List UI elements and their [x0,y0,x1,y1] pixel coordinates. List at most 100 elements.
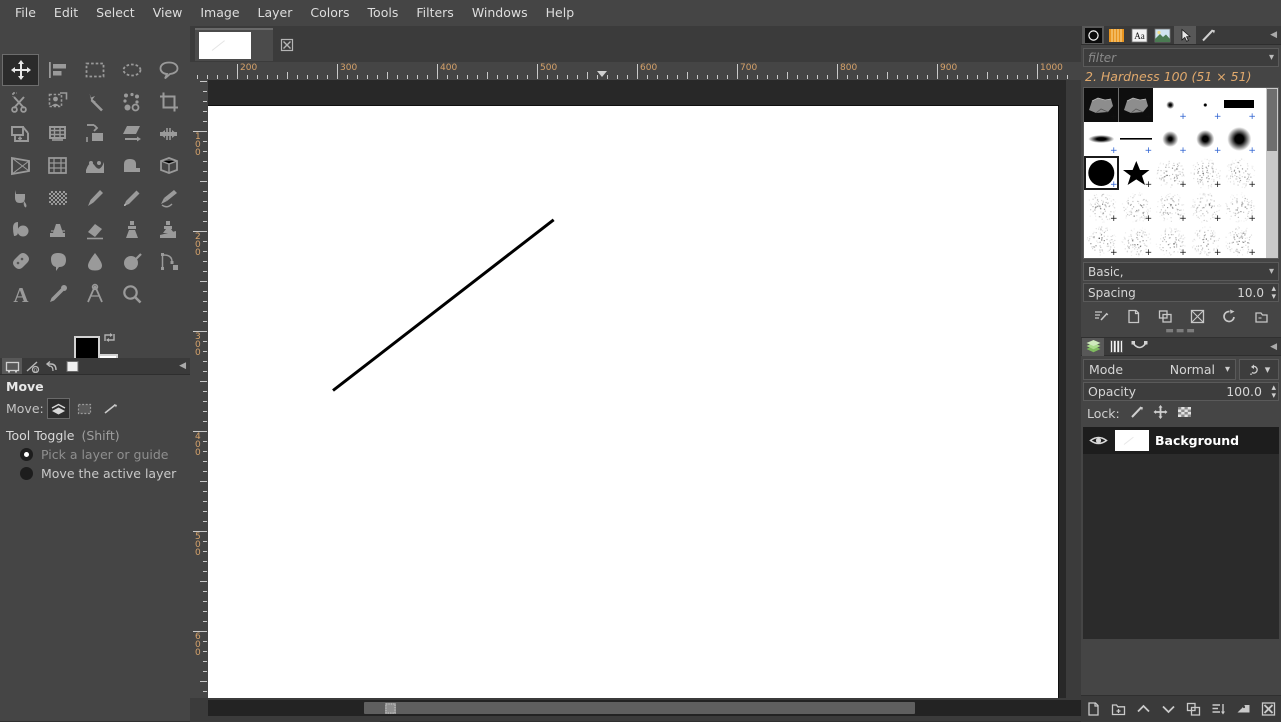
new-layer-icon[interactable] [1083,699,1105,719]
spinner-arrows-icon[interactable]: ▴ ▾ [1271,285,1276,302]
tab-tool-presets[interactable] [1197,26,1219,44]
new-brush-icon[interactable] [1121,306,1145,326]
fuzzy-select-tool[interactable] [76,86,113,118]
brush-texture-15[interactable] [1119,258,1154,259]
clone-tool[interactable] [113,214,150,246]
brush-clipboard-mask[interactable]: + [1118,88,1154,122]
transform-3d-tool[interactable] [150,150,187,182]
menu-view[interactable]: View [144,2,192,24]
color-picker-tool[interactable] [39,278,76,310]
radio-move-active-layer[interactable]: Move the active layer [0,464,190,483]
new-layer-group-icon[interactable] [1108,699,1130,719]
brush-texture-17[interactable] [1188,258,1223,259]
brush-texture-4[interactable]: + [1084,190,1119,224]
layer-opacity-spinner[interactable]: Opacity 100.0 ▴ ▾ [1083,382,1279,401]
scale-tool[interactable] [76,118,113,150]
brush-texture-7[interactable]: + [1188,190,1223,224]
spacing-spinner[interactable]: Spacing 10.0 ▴ ▾ [1083,283,1279,302]
brush-hardness-075[interactable]: + [1222,88,1257,122]
brush-texture-9[interactable]: + [1084,224,1119,258]
canvas-viewport[interactable] [208,80,1066,698]
alignment-tool[interactable] [39,54,76,86]
brush-grid-panel[interactable]: + + + + + + + + + + + + + + + + + + + + + + + + + [1083,87,1279,259]
dodge-burn-tool[interactable] [113,246,150,278]
layer-list[interactable]: Background [1083,427,1279,639]
move-selection-icon[interactable] [73,398,96,419]
tab-tool-options[interactable] [2,358,22,374]
menu-image[interactable]: Image [191,2,248,24]
brush-soft-large[interactable]: + [1222,122,1257,156]
collapse-brushes-dock-icon[interactable]: ◀ [1270,30,1277,40]
brush-texture-8[interactable]: + [1222,190,1257,224]
brush-texture-16[interactable] [1153,258,1188,259]
tab-undo-history[interactable] [42,358,62,374]
flip-tool[interactable] [150,118,187,150]
canvas-page[interactable] [208,106,1058,698]
brush-hardness-050[interactable]: + [1188,88,1223,122]
collapse-layers-dock-icon[interactable]: ◀ [1270,342,1277,352]
brush-texture-6[interactable]: + [1153,190,1188,224]
crop-tool[interactable] [150,86,187,118]
tab-images[interactable] [62,358,82,374]
edit-brush-icon[interactable] [1089,306,1113,326]
menu-help[interactable]: Help [537,2,584,24]
anchor-layer-icon[interactable] [1233,699,1255,719]
cage-transform-tool[interactable] [113,150,150,182]
brush-scroll-thumb[interactable] [1267,89,1277,151]
collapse-tool-options-icon[interactable]: ◀ [179,361,186,371]
menu-layer[interactable]: Layer [249,2,302,24]
delete-brush-icon[interactable] [1185,306,1209,326]
brush-texture-3[interactable]: + [1222,156,1257,190]
rectangle-select-tool[interactable] [76,54,113,86]
menu-file[interactable]: File [6,2,45,24]
select-by-color-tool[interactable] [113,86,150,118]
chevron-down-icon[interactable]: ▾ [1269,52,1274,63]
layer-mode-selector[interactable]: Mode Normal ▾ [1083,359,1236,380]
brush-grid-scrollbar[interactable] [1266,88,1278,258]
move-tool[interactable] [2,54,39,86]
brush-texture-13[interactable]: + [1222,224,1257,258]
perspective-clone-tool[interactable] [150,214,187,246]
layer-row-background[interactable]: Background [1083,427,1279,454]
brush-texture-18[interactable] [1222,258,1257,259]
eraser-tool[interactable] [76,214,113,246]
lock-alpha-icon[interactable] [1177,405,1192,422]
tab-paths[interactable] [1128,338,1150,356]
move-path-icon[interactable] [99,398,122,419]
brush-soft-medium[interactable]: + [1188,122,1223,156]
free-select-tool[interactable] [150,54,187,86]
brush-texture-14[interactable] [1084,258,1119,259]
brush-texture-5[interactable]: + [1119,190,1154,224]
menu-edit[interactable]: Edit [45,2,87,24]
tab-fonts[interactable]: Aa [1128,26,1150,44]
brush-texture-1[interactable]: + [1153,156,1188,190]
brush-ellipse[interactable]: + [1084,122,1119,156]
blur-sharpen-tool[interactable] [76,246,113,278]
layer-mode-options-button[interactable]: ▾ [1239,359,1279,380]
duplicate-layer-icon[interactable] [1183,699,1205,719]
open-brush-folder-icon[interactable] [1249,306,1273,326]
text-tool[interactable]: A [2,278,39,310]
rotate-tool[interactable] [39,118,76,150]
unified-transform-tool[interactable] [2,118,39,150]
brush-preset-selector[interactable]: Basic, ▾ [1083,262,1279,281]
shear-tool[interactable] [113,118,150,150]
smudge-tool[interactable] [39,246,76,278]
horizontal-ruler[interactable]: 200 300 400 500 600 700 800 900 1000 [190,62,1081,80]
spinner-arrows-icon[interactable]: ▴ ▾ [1271,384,1276,401]
brush-star[interactable]: + [1119,156,1154,190]
brush-clipboard-image[interactable]: + [1084,88,1119,122]
ink-tool[interactable] [150,182,187,214]
paths-tool[interactable] [150,246,187,278]
tab-device-status[interactable]: 0 [22,358,42,374]
lower-layer-icon[interactable] [1158,699,1180,719]
foreground-select-tool[interactable] [39,86,76,118]
ellipse-select-tool[interactable] [113,54,150,86]
layer-visibility-icon[interactable] [1087,434,1109,447]
brush-hardness-100[interactable]: + [1084,156,1119,190]
scissors-select-tool[interactable] [2,86,39,118]
document-tab[interactable] [195,28,273,61]
vertical-ruler[interactable]: 100 200 300 400 500 600 [190,80,208,698]
lock-pixels-icon[interactable] [1129,405,1144,422]
heal-tool[interactable] [2,246,39,278]
